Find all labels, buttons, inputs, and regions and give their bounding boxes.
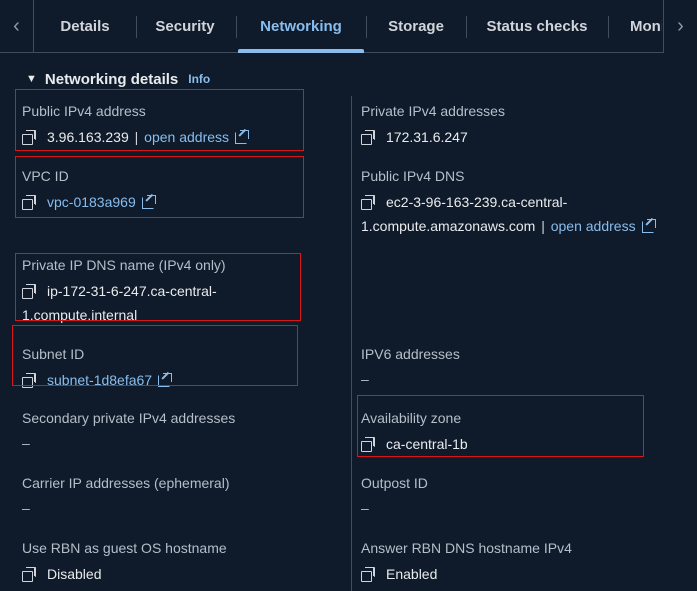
field-label: Public IPv4 DNS	[361, 168, 465, 184]
open-address-link[interactable]: open address	[144, 129, 229, 145]
separator: |	[134, 129, 139, 145]
carrier-ip-field: Carrier IP addresses (ephemeral) –	[22, 473, 230, 519]
subnet-id-field: Subnet ID subnet-1d8efa67	[22, 344, 173, 392]
tab-divider	[236, 16, 237, 38]
section-title: Networking details	[44, 70, 179, 88]
field-label: Carrier IP addresses (ephemeral)	[22, 475, 230, 491]
field-value: ca-central-1b	[386, 436, 468, 452]
external-link-icon[interactable]	[235, 128, 250, 144]
field-label: Private IPv4 addresses	[361, 103, 505, 119]
tab-divider	[366, 16, 367, 38]
field-label: Outpost ID	[361, 475, 428, 491]
rbn-dns-field: Answer RBN DNS hostname IPv4 Enabled	[361, 538, 572, 586]
field-label: Private IP DNS name (IPv4 only)	[22, 257, 226, 273]
copy-icon[interactable]	[22, 195, 37, 210]
public-dns-field: Public IPv4 DNS ec2-3-96-163-239.ca-cent…	[361, 166, 656, 238]
rbn-hostname-field: Use RBN as guest OS hostname Disabled	[22, 538, 227, 586]
field-value-line2: 1.compute.internal	[22, 307, 138, 323]
field-value: 3.96.163.239	[47, 129, 129, 145]
tab-storage[interactable]: Storage	[370, 0, 462, 53]
field-value: ip-172-31-6-247.ca-central-	[47, 283, 217, 299]
separator: |	[541, 218, 545, 234]
active-tab-indicator	[238, 49, 364, 53]
copy-icon[interactable]	[22, 373, 37, 388]
field-label: Subnet ID	[22, 346, 85, 362]
copy-icon[interactable]	[22, 130, 37, 145]
field-value: 1.compute.amazonaws.com	[361, 218, 536, 234]
field-label: Public IPv4 address	[22, 103, 146, 119]
chevron-left-icon[interactable]: ‹	[0, 0, 34, 53]
tab-networking[interactable]: Networking	[240, 0, 362, 53]
field-label: IPV6 addresses	[361, 346, 460, 362]
section-header: ▼ Networking details Info	[26, 68, 210, 90]
tab-monitoring[interactable]: Moni	[612, 0, 662, 53]
field-label: Secondary private IPv4 addresses	[22, 410, 236, 426]
vpc-id-field: VPC ID vpc-0183a969	[22, 166, 156, 214]
chevron-right-icon[interactable]: ›	[663, 0, 697, 53]
external-link-icon[interactable]	[141, 193, 156, 209]
external-link-icon[interactable]	[158, 371, 173, 387]
subnet-id-link[interactable]: subnet-1d8efa67	[47, 372, 152, 388]
copy-icon[interactable]	[361, 195, 376, 210]
private-dns-field: Private IP DNS name (IPv4 only) ip-172-3…	[22, 255, 226, 327]
tab-divider	[466, 16, 467, 38]
field-value: Enabled	[386, 566, 438, 582]
open-address-link[interactable]: open address	[551, 218, 636, 234]
copy-icon[interactable]	[361, 437, 376, 452]
field-value: Disabled	[47, 566, 102, 582]
tab-divider	[608, 16, 609, 38]
column-divider	[351, 96, 352, 591]
field-value: –	[22, 500, 30, 516]
field-value-line2: 1.compute.amazonaws.com | open address	[361, 214, 656, 238]
tab-bar: ‹ Details Security Networking Storage St…	[0, 0, 697, 53]
field-label: Answer RBN DNS hostname IPv4	[361, 540, 572, 556]
field-label: VPC ID	[22, 168, 69, 184]
tab-details[interactable]: Details	[40, 0, 130, 53]
field-value: 172.31.6.247	[386, 129, 468, 145]
vpc-id-link[interactable]: vpc-0183a969	[47, 194, 136, 210]
field-value: –	[22, 435, 30, 451]
tab-security[interactable]: Security	[140, 0, 230, 53]
copy-icon[interactable]	[361, 567, 376, 582]
tab-divider	[136, 16, 137, 38]
caret-down-icon[interactable]: ▼	[26, 73, 37, 85]
copy-icon[interactable]	[361, 130, 376, 145]
tab-status-checks[interactable]: Status checks	[470, 0, 604, 53]
field-value: –	[361, 500, 369, 516]
availability-zone-field: Availability zone ca-central-1b	[361, 408, 468, 456]
external-link-icon[interactable]	[641, 217, 656, 233]
outpost-id-field: Outpost ID –	[361, 473, 428, 519]
field-value: ec2-3-96-163-239.ca-central-	[386, 194, 568, 210]
ipv6-field: IPV6 addresses –	[361, 344, 460, 390]
copy-icon[interactable]	[22, 567, 37, 582]
field-value: –	[361, 371, 369, 387]
field-label: Use RBN as guest OS hostname	[22, 540, 227, 556]
info-link[interactable]: Info	[188, 72, 210, 86]
private-ipv4-field: Private IPv4 addresses 172.31.6.247	[361, 101, 505, 149]
secondary-private-ipv4-field: Secondary private IPv4 addresses –	[22, 408, 235, 454]
field-label: Availability zone	[361, 410, 462, 426]
public-ipv4-field: Public IPv4 address 3.96.163.239 | open …	[22, 101, 250, 149]
copy-icon[interactable]	[22, 284, 37, 299]
